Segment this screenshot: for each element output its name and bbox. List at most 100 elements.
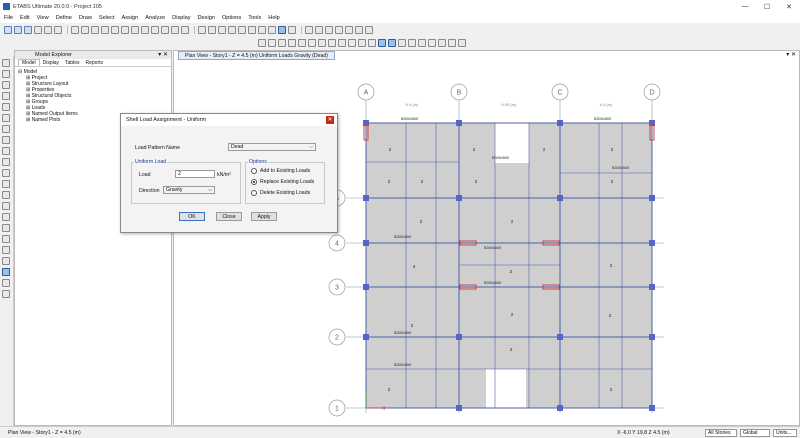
draw-wall-icon[interactable]: [368, 38, 376, 47]
draw-wall-tool-icon[interactable]: [2, 136, 10, 144]
redo-icon[interactable]: [44, 25, 52, 34]
draw-developed-elevation-icon[interactable]: [438, 38, 446, 47]
option-replace[interactable]: Replace Existing Loads: [251, 179, 314, 185]
column[interactable]: [557, 405, 563, 411]
column[interactable]: [456, 120, 462, 126]
column[interactable]: [557, 120, 563, 126]
measure-tool-icon[interactable]: [2, 213, 10, 221]
column[interactable]: [363, 240, 369, 246]
tab-model[interactable]: Model: [18, 59, 40, 66]
draw-column-tool-icon[interactable]: [2, 92, 10, 100]
snap-grid-tool-icon[interactable]: [2, 268, 10, 276]
menu-draw[interactable]: Draw: [79, 15, 92, 21]
composite-design-icon[interactable]: [325, 25, 333, 34]
draw-slab-icon[interactable]: [358, 38, 366, 47]
refresh-icon[interactable]: [218, 25, 226, 34]
tab-reports[interactable]: Reports: [82, 60, 106, 66]
draw-rectangle-icon[interactable]: [378, 38, 386, 47]
close-button[interactable]: ✕: [778, 0, 800, 13]
option-add[interactable]: Add to Existing Loads: [251, 168, 310, 174]
draw-floor-tool-icon[interactable]: [2, 125, 10, 133]
menu-assign[interactable]: Assign: [121, 15, 138, 21]
draw-beam-icon[interactable]: [338, 38, 346, 47]
column[interactable]: [557, 195, 563, 201]
menu-analyze[interactable]: Analyze: [145, 15, 165, 21]
snap-all-tool-icon[interactable]: [2, 290, 10, 298]
menu-edit[interactable]: Edit: [20, 15, 30, 21]
snap-icon[interactable]: [228, 25, 236, 34]
draw-opening-icon[interactable]: [398, 38, 406, 47]
concrete-design-icon[interactable]: [315, 25, 323, 34]
3d-view-icon[interactable]: [131, 25, 139, 34]
draw-strip-tool-icon[interactable]: [2, 180, 10, 188]
zoom-fit-icon[interactable]: [111, 25, 119, 34]
stories-select[interactable]: All Stories: [705, 429, 737, 437]
load-pattern-select[interactable]: Dead ⌵: [228, 143, 316, 151]
column[interactable]: [456, 195, 462, 201]
dialog-close-icon[interactable]: ✕: [326, 116, 334, 124]
column[interactable]: [363, 195, 369, 201]
select-previous-icon[interactable]: [268, 38, 276, 47]
radio-add[interactable]: [251, 168, 257, 174]
draw-brace-tool-icon[interactable]: [2, 114, 10, 122]
undo-icon[interactable]: [34, 25, 42, 34]
direction-select[interactable]: Gravity ⌵: [163, 186, 215, 194]
zoom-out-icon[interactable]: [101, 25, 109, 34]
new-model-icon[interactable]: [4, 25, 12, 34]
column[interactable]: [649, 405, 655, 411]
section-cut-icon[interactable]: [288, 25, 296, 34]
forces-icon[interactable]: [258, 25, 266, 34]
close-dialog-button[interactable]: Close: [216, 212, 242, 221]
zoom-window-icon[interactable]: [81, 25, 89, 34]
draw-beam-tool-icon[interactable]: [2, 103, 10, 111]
draw-tendon-tool-icon[interactable]: [2, 158, 10, 166]
clear-selection-icon[interactable]: [278, 38, 286, 47]
story-up-icon[interactable]: [171, 25, 179, 34]
tab-tables[interactable]: Tables: [62, 60, 82, 66]
draw-brace-icon[interactable]: [348, 38, 356, 47]
snap-ends-tool-icon[interactable]: [2, 235, 10, 243]
draw-link-icon[interactable]: [458, 38, 466, 47]
quick-draw-icon[interactable]: [388, 38, 396, 47]
ok-button[interactable]: OK: [179, 212, 205, 221]
elevation-view-icon[interactable]: [151, 25, 159, 34]
option-delete[interactable]: Delete Existing Loads: [251, 190, 310, 196]
open-icon[interactable]: [14, 25, 22, 34]
draw-opening-tool-icon[interactable]: [2, 147, 10, 155]
column[interactable]: [649, 284, 655, 290]
deformed-shape-icon[interactable]: [248, 25, 256, 34]
units-button[interactable]: Units...: [773, 429, 797, 437]
plan-view-icon[interactable]: [141, 25, 149, 34]
object-shrink-icon[interactable]: [198, 25, 206, 34]
draw-load-tool-icon[interactable]: [2, 202, 10, 210]
pointer-tool-icon[interactable]: [2, 59, 10, 67]
menu-define[interactable]: Define: [56, 15, 72, 21]
menu-options[interactable]: Options: [222, 15, 241, 21]
snap-fine-tool-icon[interactable]: [2, 279, 10, 287]
snap-intersect-tool-icon[interactable]: [2, 246, 10, 254]
steel-design-icon[interactable]: [305, 25, 313, 34]
draw-joint-icon[interactable]: [308, 38, 316, 47]
minimize-button[interactable]: —: [734, 0, 756, 13]
select-all-icon[interactable]: [258, 38, 266, 47]
draw-grid-icon[interactable]: [418, 38, 426, 47]
run-analysis-icon[interactable]: [71, 25, 79, 34]
radio-replace[interactable]: [251, 179, 257, 185]
column[interactable]: [363, 284, 369, 290]
story-down-icon[interactable]: [181, 25, 189, 34]
menu-tools[interactable]: Tools: [248, 15, 261, 21]
snap-points-tool-icon[interactable]: [2, 224, 10, 232]
connection-design-icon[interactable]: [355, 25, 363, 34]
menu-file[interactable]: File: [4, 15, 13, 21]
snap-perpendicular-tool-icon[interactable]: [2, 257, 10, 265]
select-intersecting-icon[interactable]: [288, 38, 296, 47]
lock-icon[interactable]: [54, 25, 62, 34]
maximize-button[interactable]: ☐: [756, 0, 778, 13]
draw-reference-point-icon[interactable]: [448, 38, 456, 47]
pointer-icon[interactable]: [298, 38, 306, 47]
column[interactable]: [557, 334, 563, 340]
menu-view[interactable]: View: [37, 15, 49, 21]
column[interactable]: [649, 195, 655, 201]
grid-icon[interactable]: [238, 25, 246, 34]
column[interactable]: [363, 334, 369, 340]
